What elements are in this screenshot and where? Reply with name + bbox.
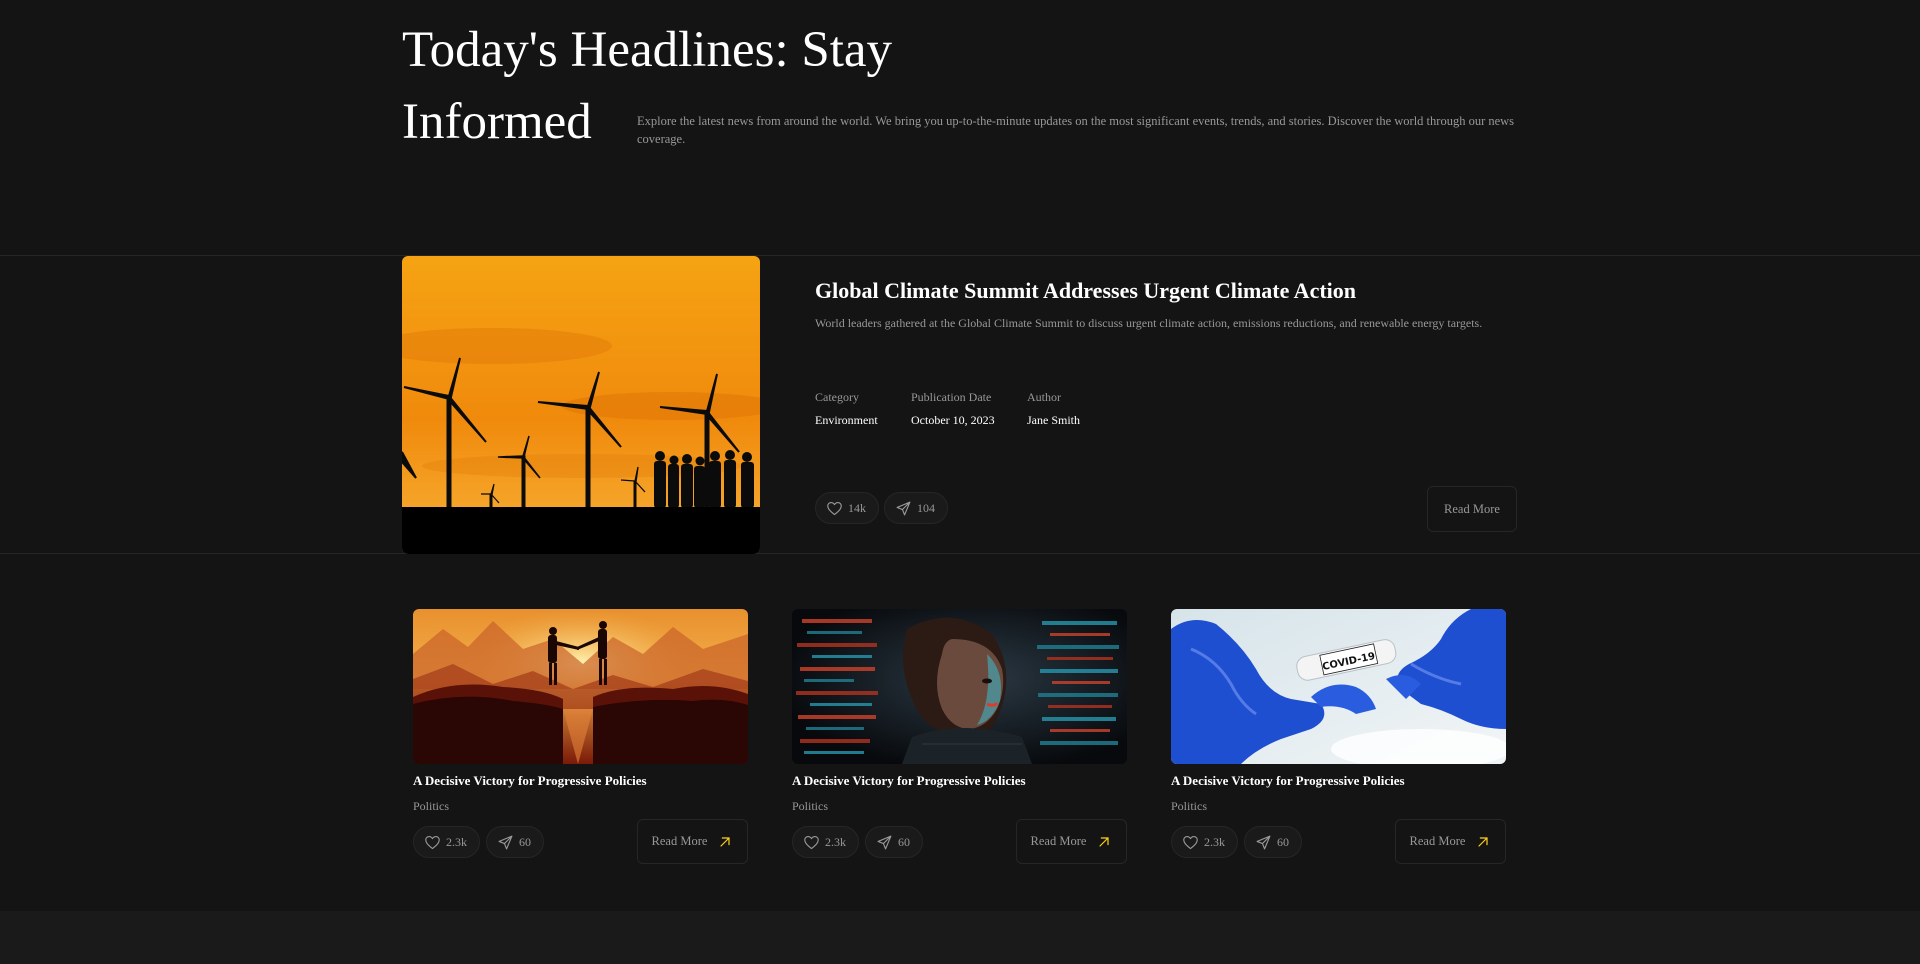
read-more-label: Read More xyxy=(1409,834,1466,848)
footer xyxy=(0,911,1920,964)
read-more-label: Read More xyxy=(1030,834,1087,848)
arrow-up-right-icon xyxy=(1099,836,1110,847)
featured-description: World leaders gathered at the Global Cli… xyxy=(815,316,1483,330)
share-button[interactable]: 60 xyxy=(486,826,544,858)
meta-value: October 10, 2023 xyxy=(911,413,995,427)
send-icon xyxy=(896,501,911,515)
heart-icon xyxy=(1183,835,1198,849)
article-card: A Decisive Victory for Progressive Polic… xyxy=(792,609,1128,864)
share-button[interactable]: 104 xyxy=(884,492,948,524)
like-count: 2.3k xyxy=(1204,834,1225,849)
arrow-up-right-icon xyxy=(1478,836,1489,847)
heart-icon xyxy=(827,501,842,515)
send-icon xyxy=(877,835,892,849)
heart-icon xyxy=(804,835,819,849)
like-button[interactable]: 2.3k xyxy=(1171,826,1238,858)
read-more-button[interactable]: Read More xyxy=(1016,819,1127,864)
covid-test-image: COVID-19 xyxy=(1171,609,1506,764)
featured-title[interactable]: Global Climate Summit Addresses Urgent C… xyxy=(815,278,1356,304)
read-more-button[interactable]: Read More xyxy=(1427,486,1517,532)
meta-label: Publication Date xyxy=(911,390,992,404)
share-count: 60 xyxy=(898,834,910,849)
card-title[interactable]: A Decisive Victory for Progressive Polic… xyxy=(1171,773,1405,789)
meta-value: Environment xyxy=(815,413,878,427)
card-category: Politics xyxy=(413,799,450,813)
meta-category: Category Environment xyxy=(815,390,878,428)
like-count: 2.3k xyxy=(825,834,846,849)
wind-turbines-image xyxy=(402,256,760,554)
share-button[interactable]: 60 xyxy=(865,826,923,858)
arrow-up-right-icon xyxy=(720,836,731,847)
meta-publication-date: Publication Date October 10, 2023 xyxy=(911,390,995,428)
page-description: Explore the latest news from around the … xyxy=(637,114,1515,146)
card-title[interactable]: A Decisive Victory for Progressive Polic… xyxy=(792,773,1026,789)
woman-digital-image xyxy=(792,609,1127,764)
send-icon xyxy=(498,835,513,849)
read-more-label: Read More xyxy=(1444,501,1500,516)
handshake-image xyxy=(413,609,748,764)
like-count: 14k xyxy=(848,500,866,515)
meta-value: Jane Smith xyxy=(1027,413,1080,427)
meta-author: Author Jane Smith xyxy=(1027,390,1080,428)
featured-article: Global Climate Summit Addresses Urgent C… xyxy=(0,256,1920,554)
article-card: A Decisive Victory for Progressive Polic… xyxy=(413,609,749,864)
article-grid: A Decisive Victory for Progressive Polic… xyxy=(0,554,1920,911)
card-image[interactable] xyxy=(413,609,748,764)
heart-icon xyxy=(425,835,440,849)
read-more-label: Read More xyxy=(651,834,708,848)
like-button[interactable]: 2.3k xyxy=(413,826,480,858)
card-image[interactable]: COVID-19 xyxy=(1171,609,1506,764)
send-icon xyxy=(1256,835,1271,849)
read-more-button[interactable]: Read More xyxy=(637,819,748,864)
card-category: Politics xyxy=(1171,799,1208,813)
featured-image[interactable] xyxy=(402,256,760,554)
read-more-button[interactable]: Read More xyxy=(1395,819,1506,864)
hero-section: Today's Headlines: Stay Informed Explore… xyxy=(0,0,1920,256)
meta-label: Category xyxy=(815,390,859,404)
share-count: 104 xyxy=(917,500,935,515)
like-count: 2.3k xyxy=(446,834,467,849)
card-category: Politics xyxy=(792,799,829,813)
meta-label: Author xyxy=(1027,390,1061,404)
like-button[interactable]: 2.3k xyxy=(792,826,859,858)
share-count: 60 xyxy=(519,834,531,849)
card-title[interactable]: A Decisive Victory for Progressive Polic… xyxy=(413,773,647,789)
share-button[interactable]: 60 xyxy=(1244,826,1302,858)
article-card: COVID-19 A Decisive Victory for Progress… xyxy=(1171,609,1507,864)
share-count: 60 xyxy=(1277,834,1289,849)
like-button[interactable]: 14k xyxy=(815,492,879,524)
card-image[interactable] xyxy=(792,609,1127,764)
